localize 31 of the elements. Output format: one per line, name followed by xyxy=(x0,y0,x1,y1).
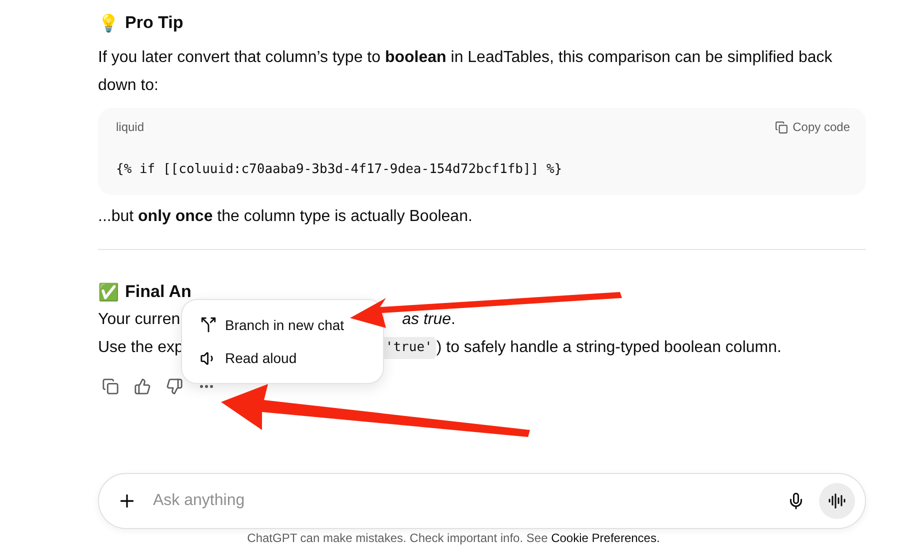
footer-note: ChatGPT can make mistakes. Check important info. See Cookie Preferences. xyxy=(246,531,661,545)
message-input[interactable]: Ask anything xyxy=(151,491,773,511)
paragraph: as true. xyxy=(402,310,456,330)
section-heading: Final An xyxy=(125,282,192,302)
paragraph: If you later convert that column’s type to boolean in LeadTables, this comparison can be simplified back down to: xyxy=(98,48,834,96)
code-text: {% if [[coluuid:c70aaba9-3b3d-4f17-9dea-154d72bcf1fb]] %} xyxy=(116,162,564,177)
waveform-icon xyxy=(828,492,846,510)
menu-item[interactable]: Read aloud xyxy=(190,342,301,375)
paragraph: ) to safely handle a string-typed boolean column. xyxy=(436,338,782,358)
message-field[interactable]: Ask anything xyxy=(98,473,866,529)
cookie-link[interactable]: Cookie Preferences. xyxy=(551,531,660,545)
microphone-icon[interactable] xyxy=(787,492,805,510)
dislike-button[interactable] xyxy=(164,376,184,396)
copy-icon xyxy=(102,378,118,394)
section-heading: Pro Tip xyxy=(125,13,184,33)
more-icon xyxy=(200,384,212,388)
copy-icon xyxy=(774,120,788,134)
branch-icon xyxy=(200,316,217,334)
like-icon xyxy=(134,378,150,394)
paragraph: ...but only once the column type is actually Boolean. xyxy=(98,207,474,227)
menu-item[interactable]: Branch in new chat xyxy=(190,308,348,342)
inline-code: 'true' xyxy=(381,337,436,359)
dislike-icon xyxy=(166,378,182,394)
voice-button[interactable] xyxy=(819,483,855,519)
paragraph: Your curren xyxy=(98,310,180,330)
lightbulb-icon: 💡 xyxy=(98,12,119,34)
copy-button[interactable] xyxy=(100,376,120,396)
checkmark-icon: ✅ xyxy=(98,282,119,302)
like-button[interactable] xyxy=(132,376,152,396)
code-language: liquid xyxy=(116,120,144,134)
copy-code-button[interactable]: Copy code xyxy=(774,120,850,134)
